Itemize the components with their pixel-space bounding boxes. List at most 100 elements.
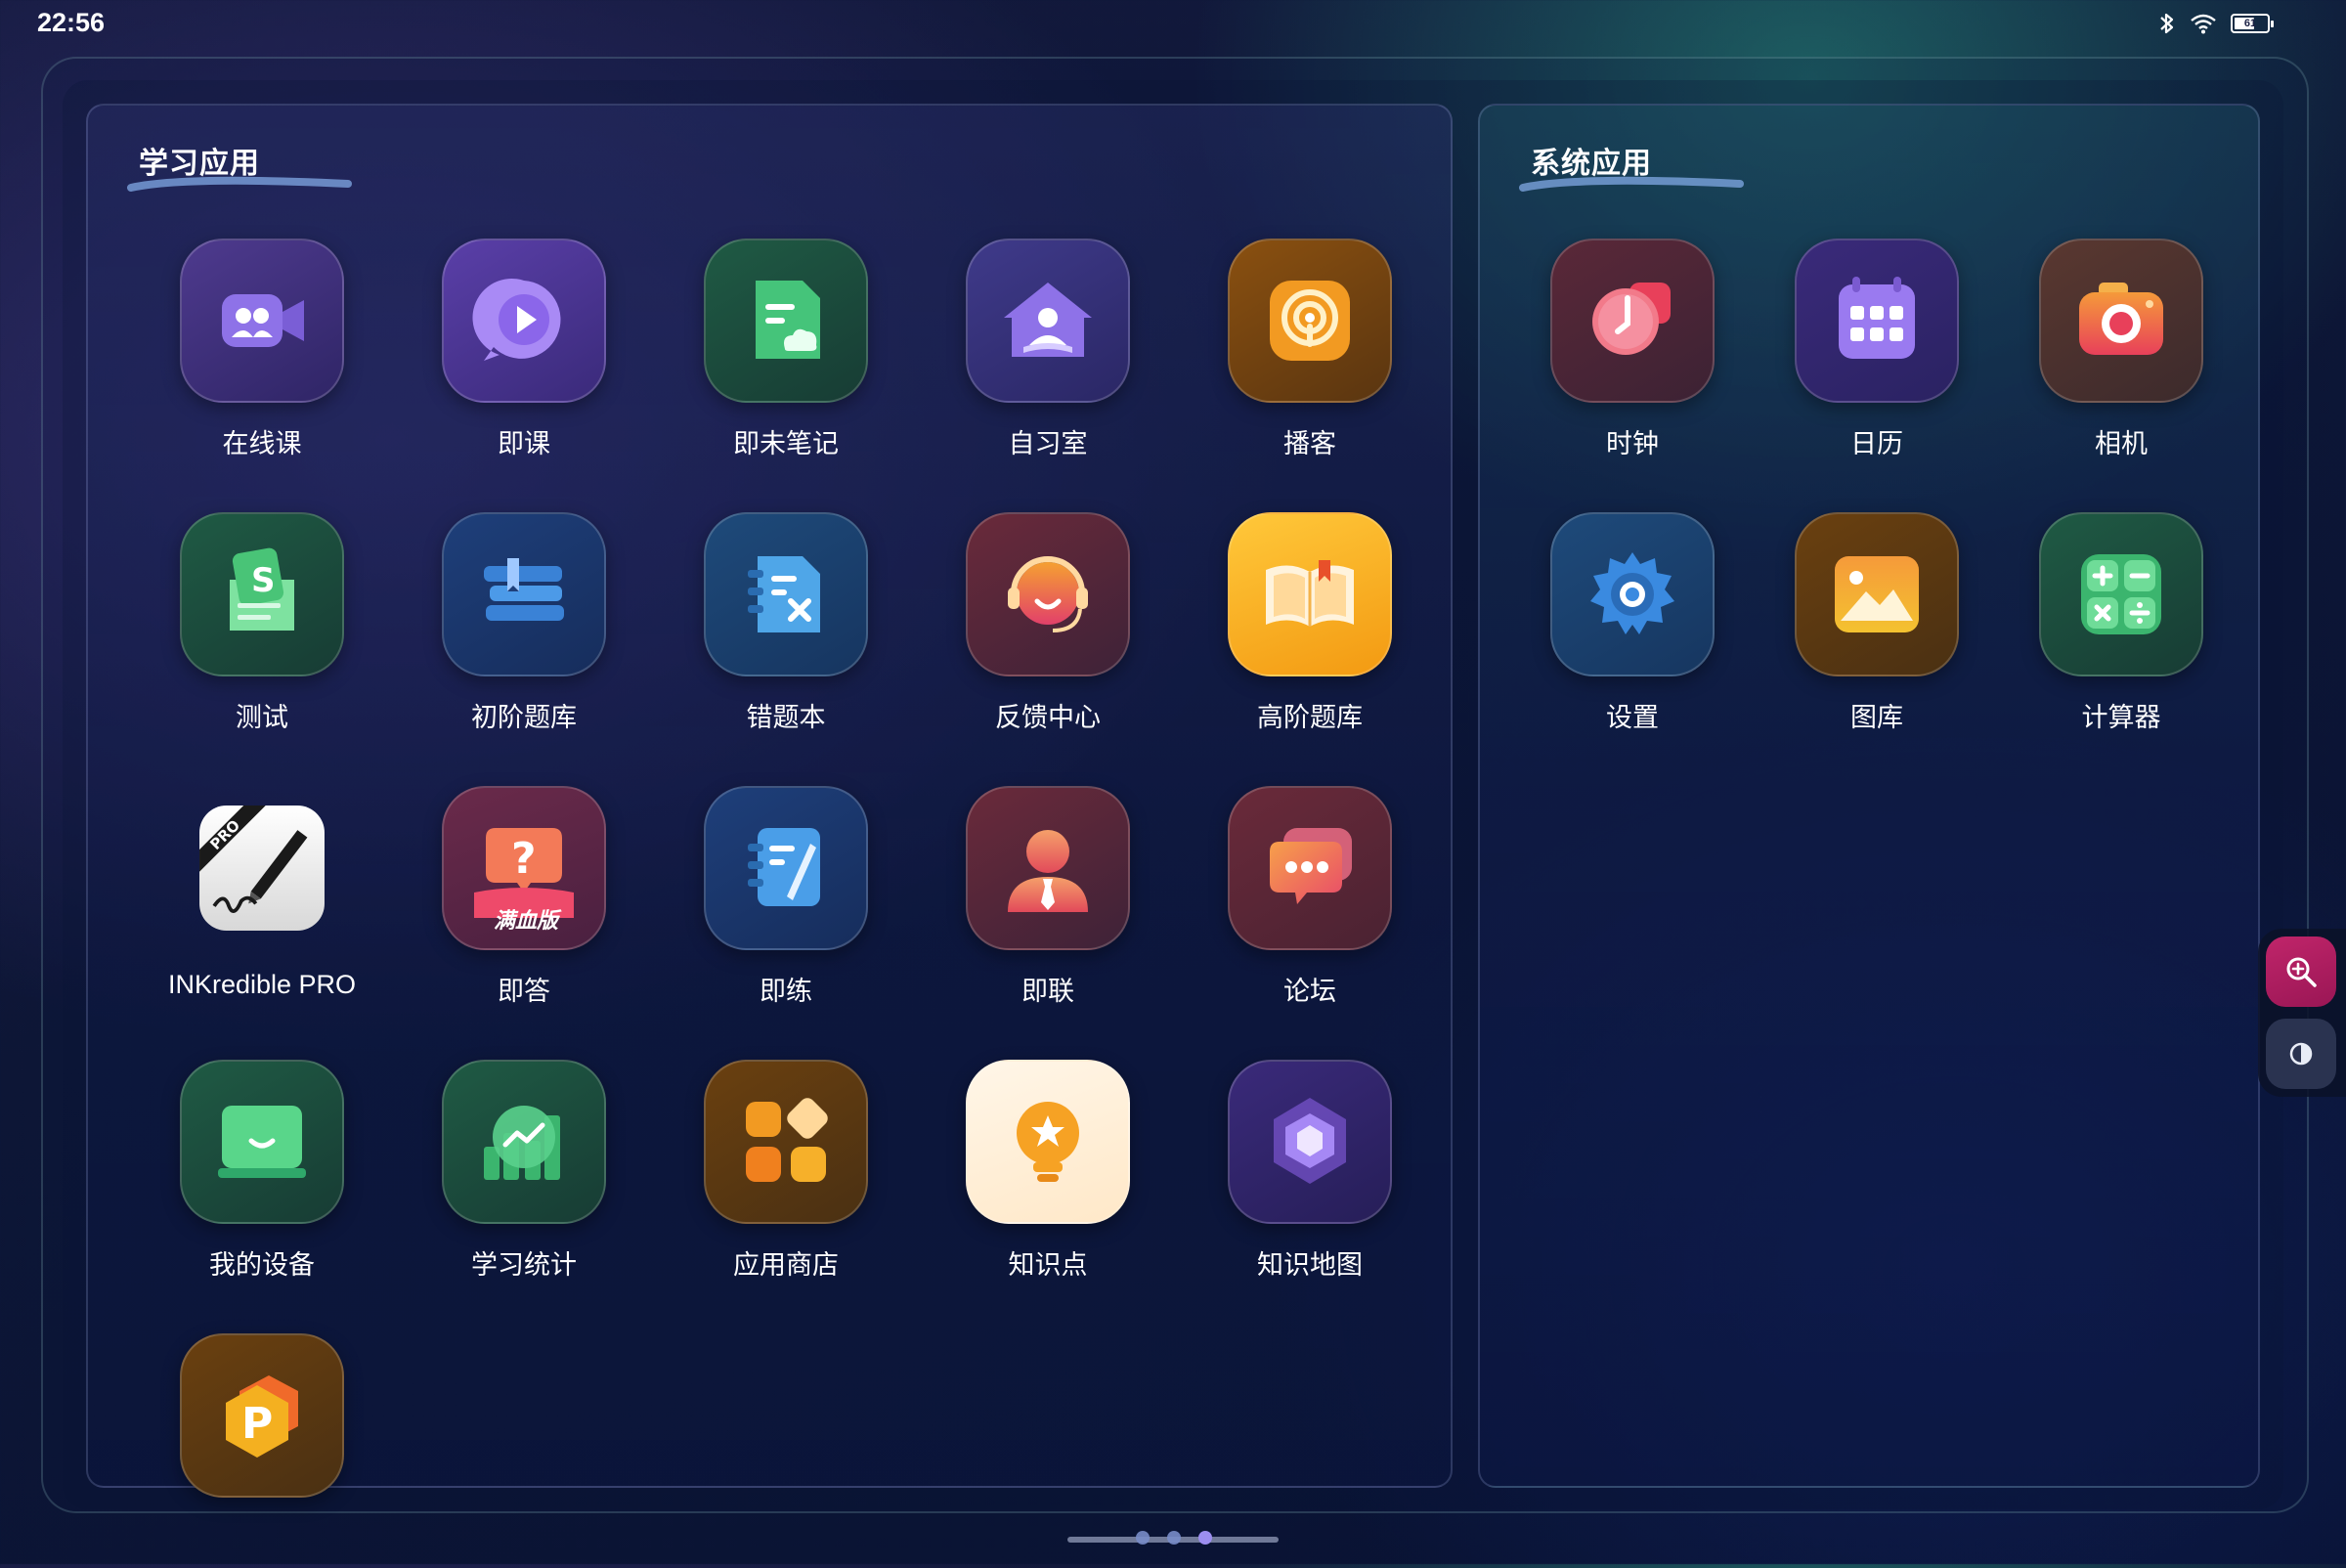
battery-icon: 61	[2231, 14, 2274, 33]
app-camera[interactable]: 相机	[1977, 239, 2211, 473]
svg-text:?: ?	[511, 834, 537, 884]
app-test[interactable]: S 测试	[117, 512, 352, 747]
app-my-device[interactable]: 我的设备	[117, 1060, 352, 1294]
headset-icon	[966, 512, 1130, 676]
calendar-icon	[1795, 239, 1959, 403]
wifi-icon	[2191, 14, 2216, 34]
app-label: 即答	[498, 977, 550, 1006]
app-label: 相机	[2095, 429, 2148, 458]
app-app-store[interactable]: 应用商店	[641, 1060, 876, 1294]
podcast-icon	[1228, 239, 1392, 403]
full-version-badge: 满血版	[493, 908, 558, 933]
app-settings[interactable]: 设置	[1488, 512, 1722, 747]
play-bubble-icon	[442, 239, 606, 403]
app-label: 学习统计	[471, 1250, 577, 1280]
app-calendar[interactable]: 日历	[1732, 239, 1967, 473]
app-label: 反馈中心	[995, 703, 1101, 732]
gallery-icon	[1795, 512, 1959, 676]
app-error-book[interactable]: 错题本	[641, 512, 876, 747]
lightbulb-icon	[966, 1060, 1130, 1224]
app-label: 知识点	[1008, 1250, 1088, 1280]
contrast-button[interactable]	[2266, 1019, 2336, 1089]
error-book-icon	[704, 512, 868, 676]
app-label: 即练	[760, 977, 812, 1006]
app-label: 即未笔记	[733, 429, 839, 458]
zoom-in-icon	[2286, 957, 2317, 987]
camera-icon	[2039, 239, 2203, 403]
app-jilian[interactable]: 即联	[903, 786, 1138, 1021]
app-knowledge-map[interactable]: 知识地图	[1165, 1060, 1400, 1294]
app-label: 播客	[1283, 429, 1336, 458]
app-learning-stats[interactable]: 学习统计	[379, 1060, 614, 1294]
learning-apps-panel: 学习应用 在线课 即课 即未笔记 自习室 播客 S 测试 初阶题库 错题本 反馈…	[86, 104, 1453, 1498]
person-tie-icon	[966, 786, 1130, 950]
practice-icon	[704, 786, 868, 950]
clock-icon	[1550, 239, 1715, 403]
device-icon	[180, 1060, 344, 1224]
svg-text:S: S	[251, 561, 276, 600]
gear-icon	[1550, 512, 1715, 676]
system-apps-panel: 系统应用 时钟 日历 相机 设置 图库 计算器	[1478, 104, 2260, 1488]
video-class-icon	[180, 239, 344, 403]
app-store-icon	[704, 1060, 868, 1224]
pen-icon: PRO	[180, 786, 344, 950]
app-knowledge-point[interactable]: 知识点	[903, 1060, 1138, 1294]
app-label: 初阶题库	[471, 703, 577, 732]
app-label: 我的设备	[209, 1250, 315, 1280]
chat-icon	[1228, 786, 1392, 950]
page-indicator[interactable]	[1065, 1527, 1281, 1546]
app-gallery[interactable]: 图库	[1732, 512, 1967, 747]
books-icon	[442, 512, 606, 676]
page-dot-2[interactable]	[1167, 1531, 1181, 1545]
battery-text: 61	[2243, 18, 2257, 29]
stats-icon	[442, 1060, 606, 1224]
status-time: 22:56	[37, 8, 106, 37]
app-label: 知识地图	[1257, 1250, 1363, 1280]
svg-text:P: P	[241, 1399, 273, 1449]
question-bubble-icon: ? 满血版	[442, 786, 606, 950]
app-calculator[interactable]: 计算器	[1977, 512, 2211, 747]
app-p-hexagon[interactable]: P	[117, 1333, 352, 1568]
app-podcast[interactable]: 播客	[1165, 239, 1400, 473]
app-advanced-question-bank[interactable]: 高阶题库	[1165, 512, 1400, 747]
hexagon-map-icon	[1228, 1060, 1392, 1224]
learning-panel-title: 学习应用	[139, 148, 260, 180]
contrast-icon	[2289, 1042, 2313, 1066]
app-clock[interactable]: 时钟	[1488, 239, 1722, 473]
p-hexagon-icon: P	[180, 1333, 344, 1498]
calculator-icon	[2039, 512, 2203, 676]
app-basic-question-bank[interactable]: 初阶题库	[379, 512, 614, 747]
study-room-icon	[966, 239, 1130, 403]
system-panel-title: 系统应用	[1531, 148, 1652, 180]
test-icon: S	[180, 512, 344, 676]
app-label: INKredible PRO	[167, 970, 357, 999]
app-label: 应用商店	[733, 1250, 839, 1280]
app-jike[interactable]: 即课	[379, 239, 614, 473]
app-study-room[interactable]: 自习室	[903, 239, 1138, 473]
app-practice[interactable]: 即练	[641, 786, 876, 1021]
app-notes[interactable]: 即未笔记	[641, 239, 876, 473]
app-label: 即课	[498, 429, 550, 458]
note-icon	[704, 239, 868, 403]
app-inkredible-pro[interactable]: PRO INKredible PRO	[117, 786, 356, 1021]
page-dot-3[interactable]	[1198, 1531, 1212, 1545]
app-feedback-center[interactable]: 反馈中心	[903, 512, 1138, 747]
status-bar: 22:56 61	[0, 0, 2346, 49]
app-label: 自习室	[1008, 429, 1088, 458]
bluetooth-icon	[2160, 13, 2174, 34]
floating-tool-dock	[2258, 929, 2346, 1097]
zoom-in-button[interactable]	[2266, 936, 2336, 1007]
page-dot-1[interactable]	[1136, 1531, 1150, 1545]
app-label: 高阶题库	[1257, 703, 1363, 732]
app-label: 在线课	[222, 429, 302, 458]
app-online-class[interactable]: 在线课	[117, 239, 352, 473]
app-label: 论坛	[1283, 977, 1336, 1006]
app-label: 即联	[1021, 977, 1074, 1006]
app-label: 计算器	[2081, 703, 2161, 732]
app-label: 测试	[236, 703, 288, 732]
open-book-icon	[1228, 512, 1392, 676]
status-icons: 61	[2158, 12, 2274, 35]
app-jida[interactable]: ? 满血版 即答	[379, 786, 614, 1021]
app-label: 错题本	[746, 703, 826, 732]
app-forum[interactable]: 论坛	[1165, 786, 1400, 1021]
